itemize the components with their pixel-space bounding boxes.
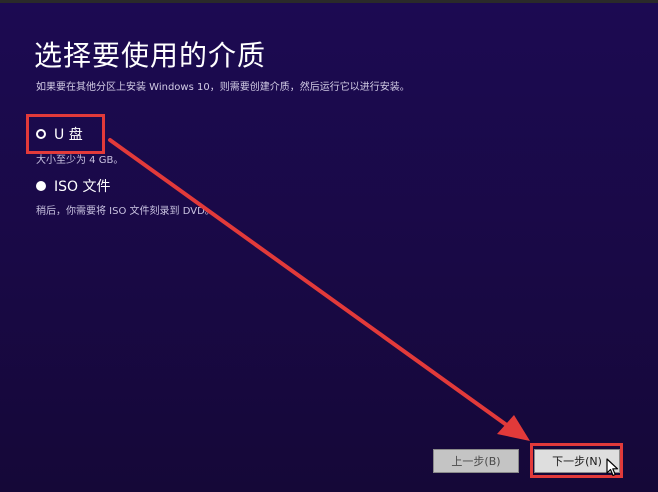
iso-radio-button[interactable] xyxy=(36,181,46,191)
iso-option-label: ISO 文件 xyxy=(54,179,111,195)
iso-option-hint: 稍后，你需要将 ISO 文件刻录到 DVD。 xyxy=(36,206,215,217)
arrow-shaft xyxy=(108,138,510,428)
page-title: 选择要使用的介质 xyxy=(34,39,267,72)
iso-file-option[interactable]: ISO 文件 xyxy=(36,176,111,196)
mouse-pointer-icon xyxy=(606,458,619,477)
arrow-head xyxy=(497,415,530,441)
page-subtitle: 如果要在其他分区上安装 Windows 10，则需要创建介质，然后运行它以进行安… xyxy=(36,82,410,93)
window-top-border xyxy=(0,0,658,3)
usb-highlight-annotation xyxy=(26,114,105,154)
back-button[interactable]: 上一步(B) xyxy=(433,449,519,473)
